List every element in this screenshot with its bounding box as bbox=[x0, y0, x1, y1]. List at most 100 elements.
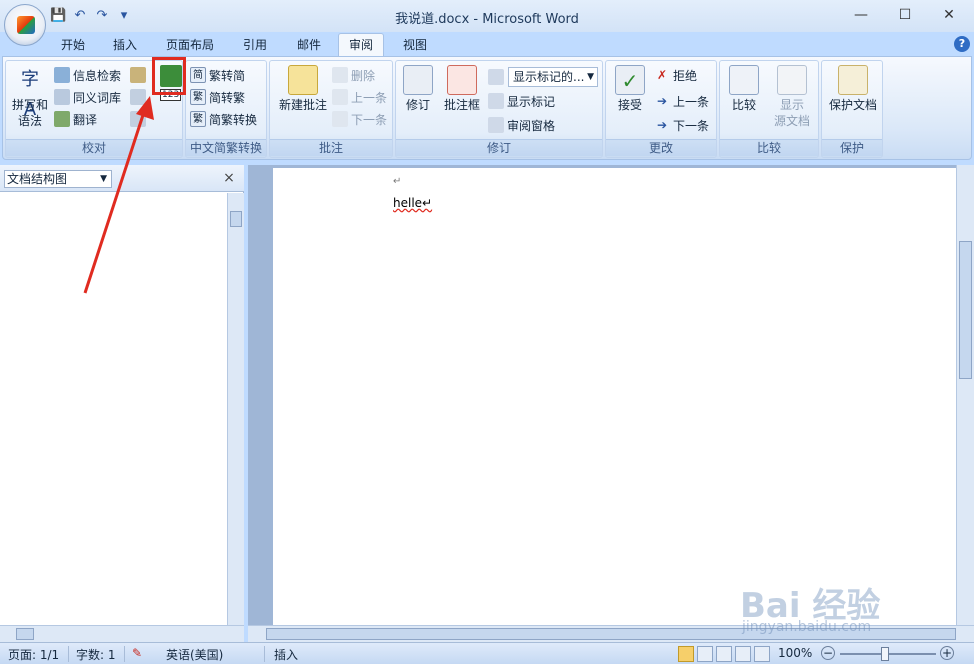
document-page[interactable]: ↵ helle↵ bbox=[273, 168, 956, 625]
prev-comment-button[interactable]: 上一条 bbox=[332, 87, 387, 107]
help-icon[interactable]: ? bbox=[954, 36, 970, 52]
undo-icon[interactable]: ↶ bbox=[72, 8, 88, 24]
research-button[interactable]: 信息检索 bbox=[54, 65, 121, 85]
minimize-button[interactable]: — bbox=[842, 4, 880, 26]
chevron-down-icon: ▼ bbox=[587, 72, 594, 82]
markup-display-value: 显示标记的... bbox=[513, 70, 585, 84]
markup-display-icon bbox=[488, 69, 504, 85]
next-comment-icon bbox=[332, 111, 348, 127]
next-change-icon: ➔ bbox=[656, 118, 668, 132]
group-comments: 新建批注 删除 上一条 下一条 批注 bbox=[269, 60, 393, 158]
tab-review[interactable]: 审阅 bbox=[338, 33, 384, 56]
group-label-chinese-conversion: 中文简繁转换 bbox=[186, 139, 266, 156]
new-comment-button[interactable]: 新建批注 bbox=[274, 65, 332, 113]
maximize-button[interactable]: ☐ bbox=[886, 4, 924, 26]
document-text[interactable]: helle↵ bbox=[393, 196, 432, 210]
group-label-changes: 更改 bbox=[606, 139, 716, 156]
nav-scroll-thumb[interactable] bbox=[230, 211, 242, 227]
chinese-convert-button[interactable]: 繁简繁转换 bbox=[190, 109, 257, 129]
zoom-out-icon[interactable]: − bbox=[821, 646, 835, 660]
accept-icon: ✓ bbox=[615, 65, 645, 95]
lock-icon bbox=[838, 65, 868, 95]
compare-button[interactable]: 比较 bbox=[724, 65, 764, 113]
window-title: 我说道.docx - Microsoft Word bbox=[395, 12, 579, 27]
tab-mailings[interactable]: 邮件 bbox=[288, 34, 330, 56]
chinese-convert-icon: 繁 bbox=[190, 111, 206, 127]
balloons-button[interactable]: 批注框 bbox=[440, 65, 484, 113]
show-source-button[interactable]: 显示 源文档 bbox=[768, 65, 816, 129]
status-bar: 页面: 1/1 字数: 1 ✎ 英语(美国) 插入 100% − + bbox=[0, 642, 974, 664]
word-count[interactable]: 字数: 1 bbox=[76, 646, 116, 663]
tab-home[interactable]: 开始 bbox=[52, 34, 94, 56]
spelling-grammar-button[interactable]: 字A 拼写和 语法 bbox=[10, 65, 50, 129]
page-count[interactable]: 页面: 1/1 bbox=[8, 646, 59, 663]
zoom-level[interactable]: 100% bbox=[778, 646, 812, 660]
protect-document-label: 保护文档 bbox=[828, 98, 877, 112]
draft-icon[interactable] bbox=[754, 646, 770, 662]
protect-document-button[interactable]: 保护文档 bbox=[826, 65, 880, 113]
tab-references[interactable]: 引用 bbox=[234, 34, 276, 56]
review-pane-button[interactable]: 审阅窗格 bbox=[488, 115, 555, 135]
markup-display-select[interactable]: 显示标记的... ▼ bbox=[508, 67, 598, 87]
tab-page-layout[interactable]: 页面布局 bbox=[156, 34, 224, 56]
research-label: 信息检索 bbox=[73, 68, 122, 83]
reject-label: 拒绝 bbox=[673, 68, 698, 83]
track-changes-button[interactable]: 修订 bbox=[398, 65, 438, 113]
document-map-select-value: 文档结构图 bbox=[7, 172, 68, 186]
close-button[interactable]: ✕ bbox=[930, 4, 968, 26]
prev-change-button[interactable]: ➔ 上一条 bbox=[654, 91, 709, 111]
zoom-in-icon[interactable]: + bbox=[940, 646, 954, 660]
prev-comment-icon bbox=[332, 89, 348, 105]
delete-comment-button[interactable]: 删除 bbox=[332, 65, 375, 85]
track-changes-label: 修订 bbox=[405, 98, 430, 112]
print-layout-icon[interactable] bbox=[678, 646, 694, 662]
redo-icon[interactable]: ↷ bbox=[94, 8, 110, 24]
doc-scroll-thumb[interactable] bbox=[959, 241, 972, 379]
chinese-convert-label: 简繁转换 bbox=[209, 112, 258, 127]
full-screen-reading-icon[interactable] bbox=[697, 646, 713, 662]
new-comment-icon bbox=[288, 65, 318, 95]
office-button[interactable] bbox=[4, 4, 46, 46]
baidu-watermark-url: jingyan.baidu.com bbox=[742, 619, 872, 635]
show-markup-button[interactable]: 显示标记 bbox=[488, 91, 555, 111]
tab-insert[interactable]: 插入 bbox=[104, 34, 146, 56]
prev-comment-label: 上一条 bbox=[351, 90, 388, 105]
save-icon[interactable]: 💾 bbox=[50, 8, 66, 24]
trad-to-simp-button[interactable]: 简繁转简 bbox=[190, 65, 245, 85]
zoom-slider-thumb[interactable] bbox=[881, 647, 889, 661]
next-change-button[interactable]: ➔ 下一条 bbox=[654, 115, 709, 135]
web-layout-icon[interactable] bbox=[716, 646, 732, 662]
tab-view[interactable]: 视图 bbox=[394, 34, 436, 56]
translate-icon bbox=[54, 111, 70, 127]
insert-mode[interactable]: 插入 bbox=[274, 646, 298, 663]
show-markup-icon bbox=[488, 93, 504, 109]
simp-to-trad-button[interactable]: 繁简转繁 bbox=[190, 87, 245, 107]
compare-label: 比较 bbox=[731, 98, 756, 112]
new-comment-label: 新建批注 bbox=[278, 98, 327, 112]
simp-to-trad-label: 简转繁 bbox=[209, 90, 246, 105]
outline-icon[interactable] bbox=[735, 646, 751, 662]
simp-to-trad-icon: 繁 bbox=[190, 89, 206, 105]
accept-button[interactable]: ✓ 接受 bbox=[610, 65, 650, 113]
reject-button[interactable]: ✗ 拒绝 bbox=[654, 65, 697, 85]
proofing-status-icon[interactable]: ✎ bbox=[132, 646, 142, 660]
nav-vertical-scrollbar[interactable] bbox=[227, 193, 244, 625]
review-pane-label: 审阅窗格 bbox=[507, 118, 556, 133]
group-label-comments: 批注 bbox=[270, 139, 392, 156]
close-icon[interactable]: × bbox=[221, 170, 237, 186]
prev-change-icon: ➔ bbox=[656, 94, 668, 108]
nav-hscroll-thumb[interactable] bbox=[16, 628, 34, 640]
compare-icon bbox=[729, 65, 759, 95]
ribbon-tabs: 开始 插入 页面布局 引用 邮件 审阅 视图 bbox=[0, 32, 974, 56]
customize-qat-icon[interactable]: ▾ bbox=[116, 8, 132, 24]
nav-horizontal-scrollbar[interactable] bbox=[0, 625, 244, 642]
thesaurus-icon bbox=[54, 89, 70, 105]
paragraph-mark: ↵ bbox=[393, 176, 402, 187]
next-comment-button[interactable]: 下一条 bbox=[332, 109, 387, 129]
translate-tooltip-icon[interactable] bbox=[130, 67, 146, 83]
language[interactable]: 英语(美国) bbox=[166, 646, 223, 663]
doc-vertical-scrollbar[interactable] bbox=[956, 165, 974, 625]
delete-comment-label: 删除 bbox=[351, 68, 376, 83]
delete-comment-icon bbox=[332, 67, 348, 83]
group-label-tracking: 修订 bbox=[396, 139, 602, 156]
